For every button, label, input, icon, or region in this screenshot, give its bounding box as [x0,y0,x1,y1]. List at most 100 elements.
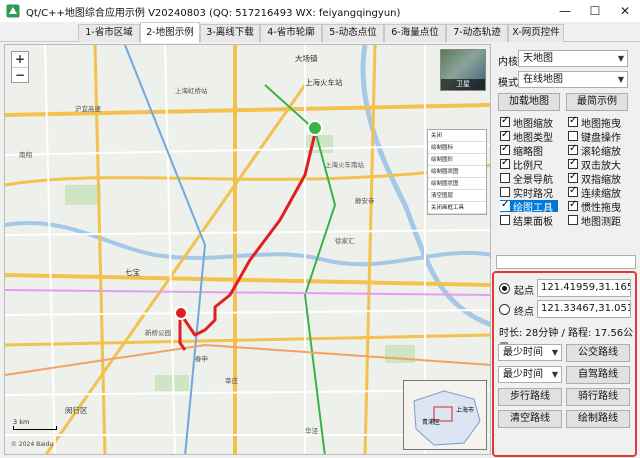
checkbox-map-type[interactable]: 地图类型 [500,129,553,144]
tab-dynamic-points[interactable]: 5-动态点位 [322,24,384,42]
draw-tool-item[interactable]: 清空图层 [428,190,486,202]
map-view[interactable]: 大场镇 沪宜高速 上海虹桥站 上海火车南站 上海火车站 静安寺 南翔 七宝 春申… [4,44,491,455]
tab-massive-points[interactable]: 6-海量点位 [384,24,446,42]
checkbox-scale[interactable]: 比例尺 [500,157,543,172]
tab-province-outline[interactable]: 4-省市轮廓 [260,24,322,42]
checkbox-label: 绘图工具 [513,202,553,214]
satellite-toggle[interactable]: 卫星 [440,49,486,91]
map-label: 新桥公园 [145,329,171,337]
checkbox-map-zoom[interactable]: 地图缩放 [500,115,553,130]
drawing-toolbar: 关闭 绘制圆标 绘制圆形 绘制圆状图 绘制圆状图 清空图层 关闭画框工具 [427,129,487,215]
checkbox-continuous-zoom[interactable]: 连续缩放 [568,185,621,200]
map-label: 闵行区 [65,406,88,415]
draw-tool-item[interactable]: 绘制圆状图 [428,166,486,178]
scale-line [13,426,57,430]
drive-policy-select[interactable]: 最少时间 ▼ [498,366,562,383]
zoom-in-button[interactable]: + [12,52,28,67]
ride-route-button[interactable]: 骑行路线 [566,388,630,406]
chevron-down-icon: ▼ [551,370,558,379]
draw-route-button[interactable]: 绘制路线 [566,410,630,428]
minimize-button[interactable]: — [550,0,580,22]
kernel-label: 内核 [498,57,518,68]
info-textbox[interactable] [496,255,636,269]
draw-tool-item[interactable]: 绘制圆标 [428,142,486,154]
map-label: 上海火车站 [305,78,343,87]
checkbox-map-drag[interactable]: 地图拖曳 [568,115,621,130]
start-coordinate-input[interactable]: 121.41959,31.16523 [537,279,631,297]
overview-shape [413,390,481,446]
start-label: 起点 [514,286,534,297]
chevron-down-icon: ▼ [617,54,624,63]
checkbox-scroll-zoom[interactable]: 滚轮缩放 [568,143,621,158]
mode-label: 模式 [498,78,518,89]
map-label: 七宝 [125,268,140,277]
checkbox-box [500,129,510,141]
checkbox-box [500,115,510,127]
walk-route-button[interactable]: 步行路线 [498,388,562,406]
scale-bar: 3 km [13,418,57,430]
checkbox-box [568,199,578,211]
tab-dynamic-track[interactable]: 7-动态轨迹 [446,24,508,42]
simple-demo-button[interactable]: 最简示例 [566,93,628,111]
maximize-button[interactable]: ☐ [580,0,610,22]
draw-tool-item[interactable]: 关闭画框工具 [428,202,486,214]
chevron-down-icon: ▼ [551,348,558,357]
title-bar: Qt/C++地图综合应用示例 V20240803 (QQ: 517216493 … [0,0,640,22]
checkbox-double-click-zoom[interactable]: 双击放大 [568,157,621,172]
drive-route-button[interactable]: 自驾路线 [566,366,630,384]
checkbox-box [500,143,510,155]
route-panel [492,271,637,457]
map-label: 春申 [195,355,208,363]
mode-select[interactable]: 在线地图 ▼ [518,71,628,88]
checkbox-box [500,199,510,211]
checkbox-label: 地图拖曳 [581,118,621,130]
close-button[interactable]: ✕ [610,0,640,22]
overview-map[interactable]: 青浦区 上海市 [403,380,487,450]
map-label: 沪宜高速 [75,105,101,113]
checkbox-keyboard[interactable]: 键盘操作 [568,130,621,144]
checkbox-box [500,215,510,225]
checkbox-traffic[interactable]: 实时路况 [500,186,553,200]
end-label: 终点 [514,307,534,318]
drive-policy-value: 最少时间 [503,369,543,380]
overview-label: 上海市 [456,407,475,414]
tab-map-demo[interactable]: 2-地图示例 [140,22,200,43]
scale-text: 3 km [13,418,30,426]
zoom-out-button[interactable]: − [12,67,28,82]
bus-policy-select[interactable]: 最少时间 ▼ [498,344,562,361]
kernel-value: 天地图 [523,53,553,64]
checkbox-label: 惯性拖曳 [581,202,621,214]
checkbox-label: 双指缩放 [581,174,621,186]
checkbox-label: 比例尺 [513,160,543,172]
checkbox-measure[interactable]: 地图测距 [568,214,621,228]
map-label: 莘庄 [225,377,238,385]
map-label: 南翔 [19,151,32,159]
checkbox-box [500,187,510,197]
window-title: Qt/C++地图综合应用示例 V20240803 (QQ: 517216493 … [26,7,401,19]
draw-tool-item[interactable]: 绘制圆形 [428,154,486,166]
draw-tool-item[interactable]: 关闭 [428,130,486,142]
end-coordinate-input[interactable]: 121.33467,31.05128 [537,300,631,318]
bus-route-button[interactable]: 公交路线 [566,344,630,362]
clear-route-button[interactable]: 清空路线 [498,410,562,428]
tab-offline-download[interactable]: 3-离线下载 [200,24,260,42]
checkbox-result-panel[interactable]: 结果面板 [500,214,553,228]
kernel-select[interactable]: 天地图 ▼ [518,50,628,67]
bus-policy-value: 最少时间 [503,347,543,358]
satellite-label: 卫星 [441,79,485,90]
checkbox-label: 地图类型 [513,132,553,144]
start-radio[interactable] [499,283,510,294]
tab-web-control[interactable]: X-网页控件 [508,24,564,42]
checkbox-pinch-zoom[interactable]: 双指缩放 [568,171,621,186]
checkbox-panorama[interactable]: 全景导航 [500,172,553,186]
checkbox-draw-tool[interactable]: 绘图工具 [500,199,558,214]
end-radio[interactable] [499,304,510,315]
checkbox-inertia-drag[interactable]: 惯性拖曳 [568,199,621,214]
tab-province-region[interactable]: 1-省市区域 [78,24,140,42]
load-map-button[interactable]: 加载地图 [498,93,560,111]
map-label: 徐家汇 [335,237,355,245]
draw-tool-item[interactable]: 绘制圆状图 [428,178,486,190]
mode-value: 在线地图 [523,74,563,85]
checkbox-thumbnail[interactable]: 缩略图 [500,143,543,158]
checkbox-label: 连续缩放 [581,188,621,200]
